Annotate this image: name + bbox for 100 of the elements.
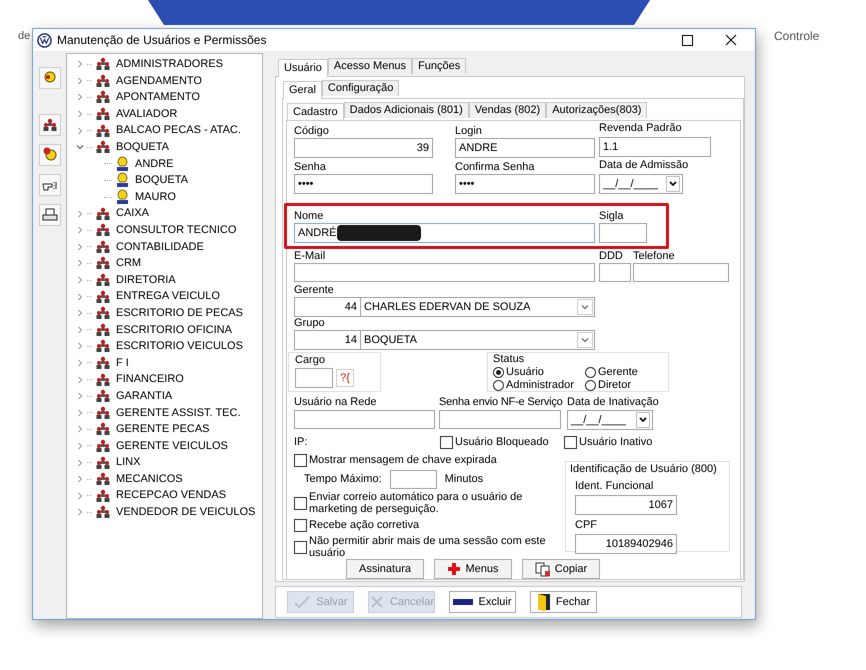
chevron-down-icon[interactable] [76, 143, 84, 152]
tree-item[interactable]: ADMINISTRADORES [116, 56, 223, 73]
tree-item[interactable]: BOQUETA [135, 172, 188, 189]
tree-item[interactable]: AGENDAMENTO [116, 72, 202, 90]
radio-button[interactable] [585, 380, 596, 391]
chevron-right-icon[interactable] [76, 342, 84, 350]
login-field[interactable]: ANDRE [455, 138, 595, 158]
manager-combobox[interactable]: 44 CHARLES EDERVAN DE SOUZA [294, 297, 595, 317]
chevron-right-icon[interactable] [76, 392, 84, 400]
tree-item[interactable]: GERENTE PECAS [116, 421, 210, 438]
cargo-field[interactable] [295, 368, 333, 388]
tree-item[interactable]: BOQUETA [116, 139, 169, 156]
network-user-field[interactable] [294, 410, 435, 429]
tab[interactable]: Funções [412, 58, 466, 74]
checkbox[interactable] [440, 436, 453, 448]
tree-item[interactable]: ENTREGA VEICULO [116, 288, 220, 305]
tree-item[interactable]: CONTABILIDADE [116, 238, 204, 256]
group-button[interactable] [38, 114, 60, 136]
chevron-right-icon[interactable] [76, 442, 84, 450]
tree-item[interactable]: LINX [116, 454, 140, 471]
tree-item[interactable]: CONSULTOR TECNICO [116, 222, 236, 238]
dropdown-icon[interactable] [636, 412, 650, 428]
chevron-right-icon[interactable] [76, 242, 84, 251]
email-field[interactable] [294, 263, 595, 282]
tree-item[interactable]: ESCRITORIO OFICINA [116, 322, 232, 338]
chevron-right-icon[interactable] [76, 259, 84, 268]
footer-button[interactable]: Excluir [449, 591, 516, 613]
nfe-password-field[interactable] [439, 410, 561, 429]
chevron-right-icon[interactable] [76, 110, 84, 118]
radio-button[interactable] [493, 380, 504, 391]
tree-item[interactable]: VENDEDOR DE VEICULOS [116, 504, 256, 521]
group-combobox[interactable]: 14 BOQUETA [294, 330, 595, 350]
tree-item[interactable]: MECANICOS [116, 470, 183, 488]
password-field[interactable]: •••• [455, 174, 595, 194]
tree-item[interactable]: FINANCEIRO [116, 371, 184, 388]
tree-item[interactable]: F I [116, 354, 129, 372]
chevron-right-icon[interactable] [76, 326, 84, 334]
tab[interactable]: Cadastro [287, 103, 344, 121]
tree-item[interactable]: AVALIADOR [116, 106, 178, 122]
radio-button[interactable] [585, 367, 596, 378]
chevron-right-icon[interactable] [76, 210, 84, 218]
tree-item[interactable]: RECEPCAO VENDAS [116, 487, 226, 504]
checkbox[interactable] [294, 454, 307, 467]
dropdown-icon[interactable] [666, 176, 680, 192]
tab[interactable]: Vendas (802) [468, 102, 546, 118]
cpf-field[interactable]: 10189402946 [575, 534, 677, 554]
tab[interactable]: Usuário [278, 59, 328, 77]
max-time-field[interactable] [390, 470, 437, 489]
chevron-right-icon[interactable] [76, 60, 84, 68]
chevron-right-icon[interactable] [76, 408, 84, 417]
initials-field[interactable] [599, 223, 647, 243]
footer-button[interactable]: Fechar [530, 591, 597, 613]
tab[interactable]: Autorizações(803) [546, 102, 648, 118]
lookup-button[interactable]: ?{ [336, 369, 354, 387]
tab[interactable]: Configuração [322, 80, 400, 96]
chevron-right-icon[interactable] [76, 358, 84, 367]
tree-item[interactable]: GARANTIA [116, 388, 172, 404]
phone-field[interactable] [633, 263, 729, 282]
tree-item[interactable]: MAURO [135, 188, 176, 206]
code-field[interactable]: 39 [294, 138, 433, 158]
password-field[interactable]: •••• [294, 174, 433, 194]
chevron-right-icon[interactable] [76, 76, 84, 85]
dealer-field[interactable]: 1.1 [599, 137, 711, 157]
tree-item[interactable]: CAIXA [116, 205, 150, 222]
chevron-right-icon[interactable] [76, 292, 84, 301]
tree-item[interactable]: APONTAMENTO [116, 89, 200, 106]
chevron-right-icon[interactable] [76, 458, 84, 467]
tab[interactable]: Geral [283, 81, 322, 99]
checkbox[interactable] [294, 518, 307, 532]
user-add-button[interactable] [38, 144, 60, 166]
tree-item[interactable]: DIRETORIA [116, 272, 176, 288]
checkbox[interactable] [294, 540, 307, 554]
key-user-button[interactable] [38, 67, 60, 89]
checkbox[interactable] [294, 496, 307, 510]
name-field[interactable]: ANDRÉ [294, 223, 595, 243]
chevron-right-icon[interactable] [76, 508, 84, 516]
tree-item[interactable]: ESCRITORIO DE PECAS [116, 304, 243, 322]
action-button[interactable]: Menus [434, 559, 512, 579]
tree-item[interactable]: ANDRE [135, 156, 174, 172]
chevron-right-icon[interactable] [76, 425, 84, 434]
date-field[interactable]: __/__/____ [599, 174, 683, 194]
action-button[interactable]: Assinatura [346, 559, 424, 579]
tab[interactable]: Dados Adicionais (801) [344, 102, 469, 118]
hand-pointer-button[interactable] [38, 174, 60, 196]
tree-item[interactable]: GERENTE VEICULOS [116, 438, 228, 454]
chevron-right-icon[interactable] [76, 376, 84, 384]
chevron-right-icon[interactable] [76, 226, 84, 234]
chevron-right-icon[interactable] [76, 492, 84, 500]
chevron-right-icon[interactable] [76, 475, 84, 484]
tree-item[interactable]: ESCRITORIO VEICULOS [116, 338, 243, 355]
tree-item[interactable]: GERENTE ASSIST. TEC. [116, 404, 240, 422]
chevron-right-icon[interactable] [76, 276, 84, 284]
action-button[interactable]: Copiar [522, 559, 600, 579]
tab[interactable]: Acesso Menus [328, 58, 412, 74]
chevron-right-icon[interactable] [76, 93, 84, 102]
chevron-right-icon[interactable] [76, 309, 84, 318]
radio-button[interactable] [493, 367, 504, 378]
chevron-right-icon[interactable] [76, 126, 84, 135]
checkbox[interactable] [564, 436, 577, 448]
tree-item[interactable]: BALCAO PECAS - ATAC. [116, 122, 241, 139]
